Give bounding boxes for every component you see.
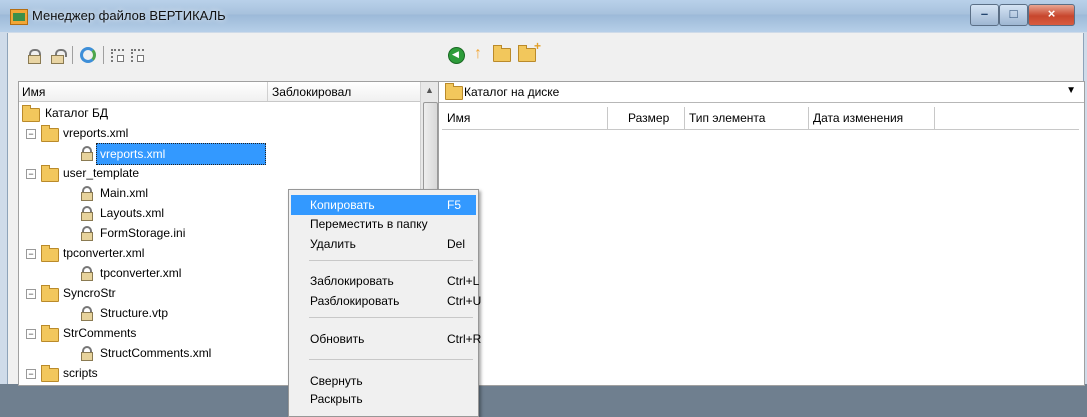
scroll-up-icon[interactable]: ▲ (425, 85, 434, 95)
path-dropdown[interactable]: Каталог на диске ▼ (439, 82, 1084, 103)
window-title: Менеджер файлов ВЕРТИКАЛЬ (32, 8, 226, 23)
column-separator[interactable] (808, 107, 809, 129)
menu-item-copy[interactable]: Копировать F5 (291, 195, 476, 215)
tree-item-label: StrComments (63, 326, 137, 340)
size-column-header[interactable]: Размер (628, 111, 669, 125)
tree-item-label: StructComments.xml (100, 346, 212, 360)
name-column-header[interactable]: Имя (447, 111, 470, 125)
collapse-icon[interactable]: − (26, 249, 36, 259)
file-manager-window: Менеджер файлов ВЕРТИКАЛЬ – □ × Имя Забл… (0, 0, 1087, 417)
menu-item-expand[interactable]: Раскрыть (291, 389, 476, 409)
tree-item-label: vreports.xml (63, 126, 129, 140)
column-separator[interactable] (684, 107, 685, 129)
collapse-icon[interactable]: − (26, 129, 36, 139)
menu-item-collapse[interactable]: Свернуть (291, 371, 476, 391)
open-folder-icon[interactable] (493, 45, 511, 62)
tree-item-label: SyncroStr (63, 286, 116, 300)
folder-icon (41, 245, 59, 262)
menu-item-move[interactable]: Переместить в папку (291, 214, 476, 234)
column-separator[interactable] (607, 107, 608, 129)
tree-header: Имя Заблокировал (19, 82, 429, 102)
tree-item-label: scripts (63, 366, 98, 380)
up-folder-icon[interactable] (472, 45, 486, 63)
folder-icon (445, 83, 463, 100)
menu-item-lock[interactable]: Заблокировать Ctrl+L (291, 271, 479, 291)
locked-file-icon (80, 145, 93, 161)
path-label: Каталог на диске (464, 85, 560, 99)
minimize-button[interactable]: – (970, 4, 999, 26)
file-list-header: Имя Размер Тип элемента Дата изменения (442, 107, 1079, 130)
menu-separator (309, 317, 473, 318)
folder-icon (41, 165, 59, 182)
folder-icon (41, 365, 59, 382)
locked-file-icon (80, 345, 93, 361)
locked-file-icon (80, 225, 93, 241)
context-menu: Копировать F5 Переместить в папку Удалить… (288, 189, 481, 417)
app-icon (10, 9, 28, 25)
tree-item-label: Каталог БД (45, 106, 108, 120)
locked-file-icon (80, 265, 93, 281)
locked-file-icon (80, 305, 93, 321)
new-folder-icon[interactable] (518, 39, 541, 62)
collapse-icon[interactable]: − (26, 369, 36, 379)
menu-separator (309, 359, 473, 360)
tree-item-label: FormStorage.ini (100, 226, 186, 240)
name-column-header[interactable]: Имя (22, 85, 45, 99)
folder-icon (41, 285, 59, 302)
right-toolbar (448, 39, 541, 65)
main-content: Имя Заблокировал Каталог БД − vreports.xm… (7, 33, 1085, 417)
toolbar-separator (103, 46, 104, 64)
refresh-icon[interactable] (80, 47, 96, 63)
folder-icon (22, 105, 40, 122)
unlock-icon[interactable] (49, 47, 67, 64)
folder-icon (41, 325, 59, 342)
tree-item-label: tpconverter.xml (63, 246, 145, 260)
back-icon[interactable] (448, 46, 465, 64)
locked-file-icon (80, 185, 93, 201)
tree-item-label: tpconverter.xml (100, 266, 182, 280)
collapse-icon[interactable]: − (26, 329, 36, 339)
toolbar-separator (72, 46, 73, 64)
modified-date-column-header[interactable]: Дата изменения (813, 111, 903, 125)
locked-by-column-header[interactable]: Заблокировал (272, 85, 351, 99)
maximize-button[interactable]: □ (999, 4, 1028, 26)
tree-item-label: Structure.vtp (100, 306, 169, 320)
tree-icon[interactable] (111, 48, 124, 62)
menu-item-delete[interactable]: Удалить Del (291, 234, 476, 254)
disk-catalog-panel: Каталог на диске ▼ Имя Размер Тип элемен… (438, 81, 1085, 386)
lock-icon[interactable] (26, 47, 42, 64)
folder-icon (41, 125, 59, 142)
menu-separator (309, 260, 473, 261)
close-button[interactable]: × (1028, 4, 1075, 26)
column-separator[interactable] (934, 107, 935, 129)
column-separator[interactable] (267, 82, 268, 101)
tree-item-label: user_template (63, 166, 140, 180)
menu-item-unlock[interactable]: Разблокировать Ctrl+U (291, 291, 481, 311)
tree-collapse-icon[interactable] (131, 48, 144, 62)
type-column-header[interactable]: Тип элемента (689, 111, 765, 125)
dropdown-arrow-icon[interactable]: ▼ (1066, 85, 1076, 96)
tree-item-label: Layouts.xml (100, 206, 165, 220)
left-toolbar (26, 45, 144, 65)
tree-item-label: vreports.xml (96, 143, 267, 165)
menu-item-refresh[interactable]: Обновить Ctrl+R (291, 329, 481, 349)
collapse-icon[interactable]: − (26, 169, 36, 179)
locked-file-icon (80, 205, 93, 221)
tree-item-label: Main.xml (100, 186, 149, 200)
title-bar[interactable]: Менеджер файлов ВЕРТИКАЛЬ – □ × (0, 0, 1087, 32)
collapse-icon[interactable]: − (26, 289, 36, 299)
